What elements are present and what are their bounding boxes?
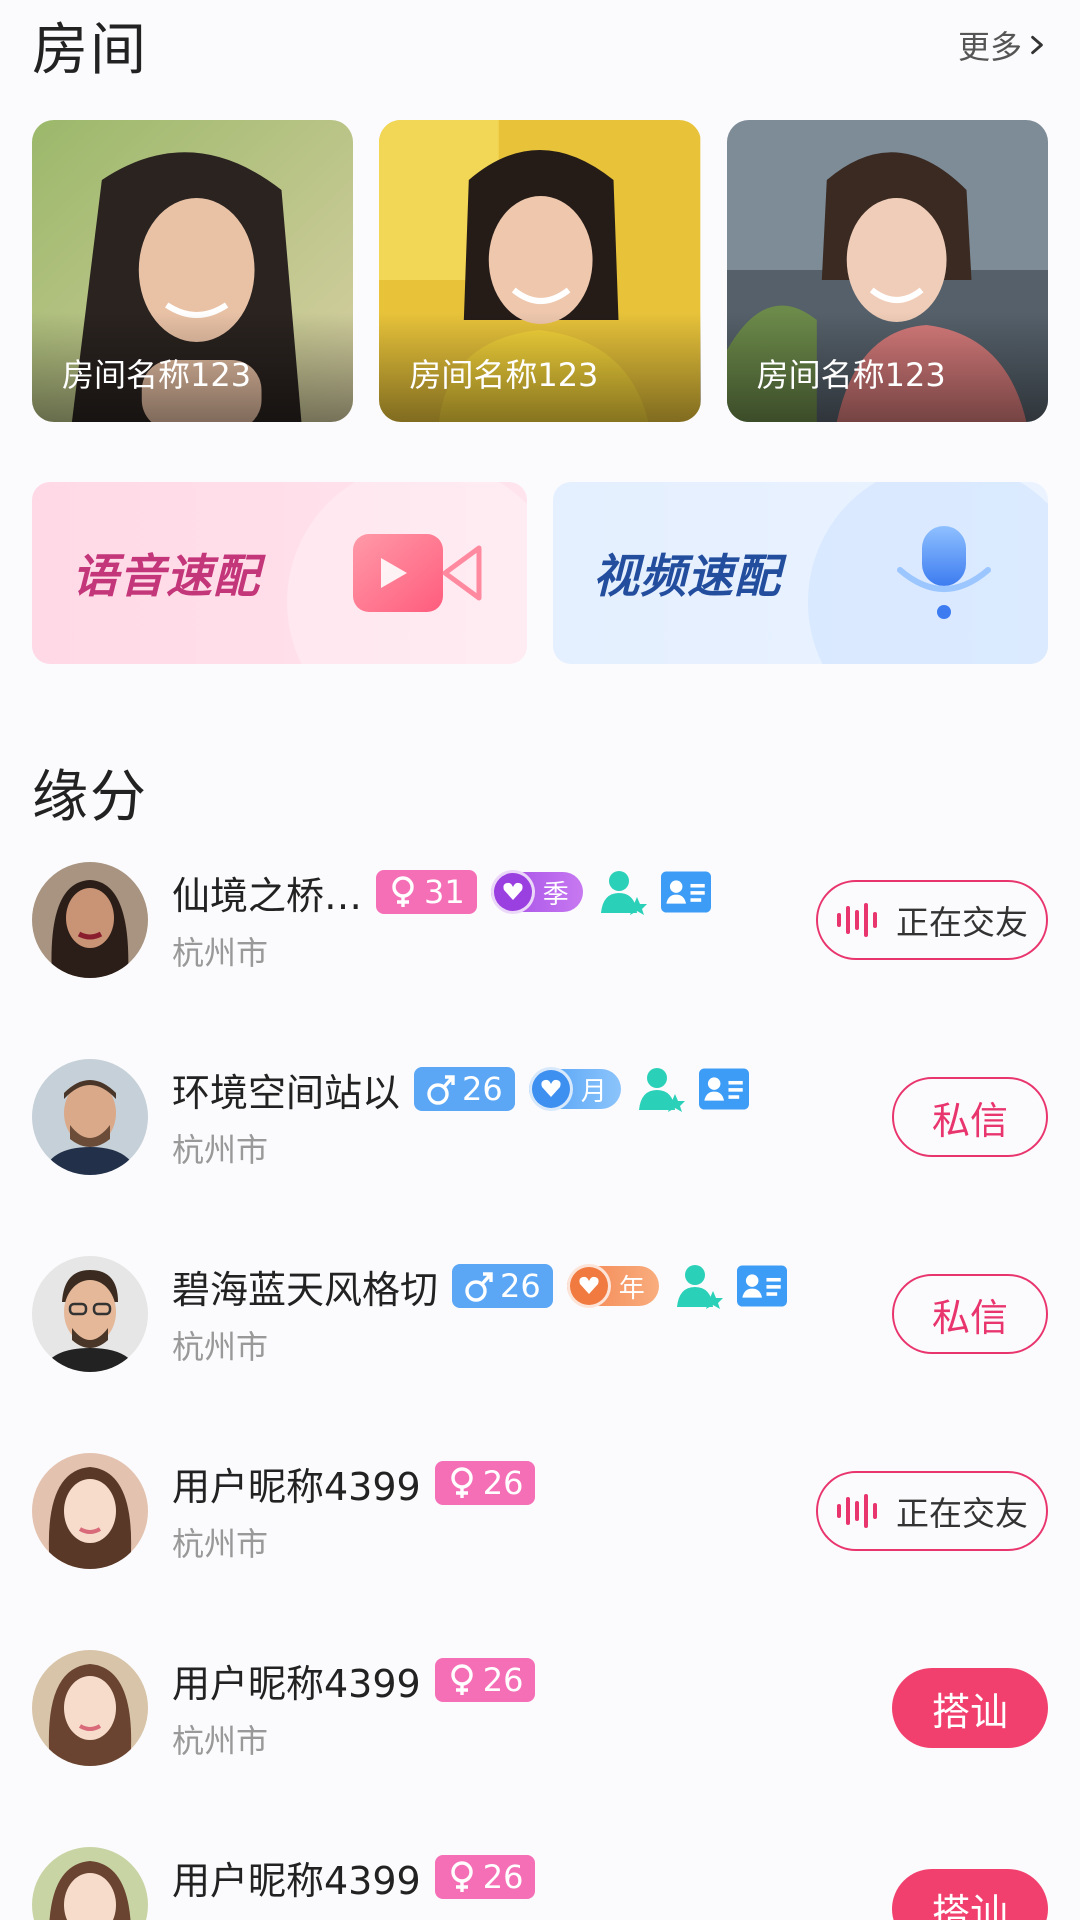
avatar[interactable] xyxy=(32,1847,148,1920)
user-name: 用户昵称4399 xyxy=(172,1858,421,1903)
user-city: 杭州市 xyxy=(172,934,269,972)
more-label: 更多 xyxy=(957,28,1022,66)
age-badge: 26 xyxy=(414,1067,515,1111)
id-card-icon xyxy=(660,871,711,913)
age-value: 26 xyxy=(482,1858,524,1896)
male-gender-icon xyxy=(427,1075,455,1105)
user-city: 杭州市 xyxy=(172,1722,269,1760)
room-card[interactable]: 房间名称123 xyxy=(726,120,1048,422)
user-name: 仙境之桥… xyxy=(172,873,363,918)
room-card[interactable]: 房间名称123 xyxy=(32,120,354,422)
user-name: 用户昵称4399 xyxy=(172,1464,421,1509)
age-badge: 26 xyxy=(434,1855,536,1899)
quick-match-row: 语音速配 视频速配 xyxy=(32,482,1048,664)
vip-badge: 月 xyxy=(528,1067,621,1111)
heart-gem-icon xyxy=(528,1067,573,1111)
message-button[interactable]: 私信 xyxy=(892,1077,1048,1157)
user-name: 用户昵称4399 xyxy=(172,1661,421,1706)
action-label: 正在交友 xyxy=(896,903,1028,942)
user-name: 碧海蓝天风格切 xyxy=(172,1267,439,1312)
person-star-icon xyxy=(676,1265,723,1309)
user-info: 用户昵称4399 26 杭州市 xyxy=(172,1650,536,1762)
age-badge: 26 xyxy=(452,1264,553,1308)
age-badge: 26 xyxy=(434,1461,536,1505)
age-value: 26 xyxy=(462,1070,503,1108)
vip-label: 年 xyxy=(618,1273,645,1304)
voice-match-label: 语音速配 xyxy=(72,549,260,603)
greet-button[interactable]: 搭讪 xyxy=(892,1668,1048,1748)
age-value: 26 xyxy=(500,1267,541,1305)
making-friends-button[interactable]: 正在交友 xyxy=(816,1471,1048,1551)
more-rooms-link[interactable]: 更多 xyxy=(958,22,1048,68)
avatar[interactable] xyxy=(32,862,148,978)
room-list: 房间名称123 房间名称123 房间名称123 xyxy=(32,120,1048,422)
age-value: 26 xyxy=(482,1661,524,1699)
avatar[interactable] xyxy=(32,1059,148,1175)
person-star-icon xyxy=(600,871,647,915)
user-info: 仙境之桥… 31 季 杭州市 xyxy=(172,862,711,974)
vip-badge: 年 xyxy=(566,1264,659,1308)
user-row[interactable]: 环境空间站以 26 月 杭州市 私信 xyxy=(32,1059,1048,1179)
vip-label: 季 xyxy=(542,879,569,910)
voice-match-button[interactable]: 语音速配 xyxy=(32,482,527,664)
vip-badge: 季 xyxy=(490,870,583,914)
rooms-title: 房间 xyxy=(32,17,148,83)
female-gender-icon xyxy=(392,876,414,907)
id-card-icon xyxy=(698,1068,749,1110)
user-info: 环境空间站以 26 月 杭州市 xyxy=(172,1059,749,1171)
fate-title: 缘分 xyxy=(32,765,148,830)
user-row[interactable]: 用户昵称4399 26 搭讪 xyxy=(32,1847,1048,1920)
chevron-right-icon xyxy=(1031,35,1043,55)
male-gender-icon xyxy=(465,1272,493,1302)
id-card-icon xyxy=(736,1265,787,1307)
age-badge: 31 xyxy=(376,870,477,914)
female-gender-icon xyxy=(451,1467,473,1498)
user-row[interactable]: 碧海蓝天风格切 26 年 杭州市 私信 xyxy=(32,1256,1048,1376)
user-row[interactable]: 用户昵称4399 26 杭州市 搭讪 xyxy=(32,1650,1048,1770)
making-friends-button[interactable]: 正在交友 xyxy=(816,880,1048,960)
avatar[interactable] xyxy=(32,1453,148,1569)
age-badge: 26 xyxy=(434,1658,536,1702)
sound-wave-icon xyxy=(837,1494,877,1528)
message-button[interactable]: 私信 xyxy=(892,1274,1048,1354)
avatar[interactable] xyxy=(32,1650,148,1766)
room-name: 房间名称123 xyxy=(756,356,946,394)
vip-label: 月 xyxy=(580,1076,607,1107)
user-info: 用户昵称4399 26 杭州市 xyxy=(172,1453,536,1565)
heart-gem-icon xyxy=(566,1264,611,1308)
user-info: 碧海蓝天风格切 26 年 杭州市 xyxy=(172,1256,787,1368)
user-city: 杭州市 xyxy=(172,1525,269,1563)
person-star-icon xyxy=(638,1068,685,1112)
user-name: 环境空间站以 xyxy=(172,1070,401,1115)
age-value: 31 xyxy=(424,873,465,911)
greet-button[interactable]: 搭讪 xyxy=(892,1869,1048,1920)
microphone-icon xyxy=(897,526,991,619)
rooms-header: 房间 更多 xyxy=(32,10,1048,83)
female-gender-icon xyxy=(451,1861,473,1892)
user-city: 杭州市 xyxy=(172,1131,269,1169)
video-match-label: 视频速配 xyxy=(593,549,781,603)
age-value: 26 xyxy=(482,1464,524,1502)
room-name: 房间名称123 xyxy=(409,356,599,394)
avatar[interactable] xyxy=(32,1256,148,1372)
room-card[interactable]: 房间名称123 xyxy=(379,120,701,422)
female-gender-icon xyxy=(451,1664,473,1695)
sound-wave-icon xyxy=(837,903,877,937)
video-camera-icon xyxy=(353,534,482,612)
heart-gem-icon xyxy=(490,870,535,914)
room-name: 房间名称123 xyxy=(62,356,252,394)
user-info: 用户昵称4399 26 xyxy=(172,1847,536,1907)
user-row[interactable]: 用户昵称4399 26 杭州市 正在交友 xyxy=(32,1453,1048,1573)
video-match-button[interactable]: 视频速配 xyxy=(553,482,1048,664)
action-label: 正在交友 xyxy=(896,1494,1028,1533)
user-row[interactable]: 仙境之桥… 31 季 杭州市 正在交友 xyxy=(32,862,1048,982)
user-city: 杭州市 xyxy=(172,1328,269,1366)
